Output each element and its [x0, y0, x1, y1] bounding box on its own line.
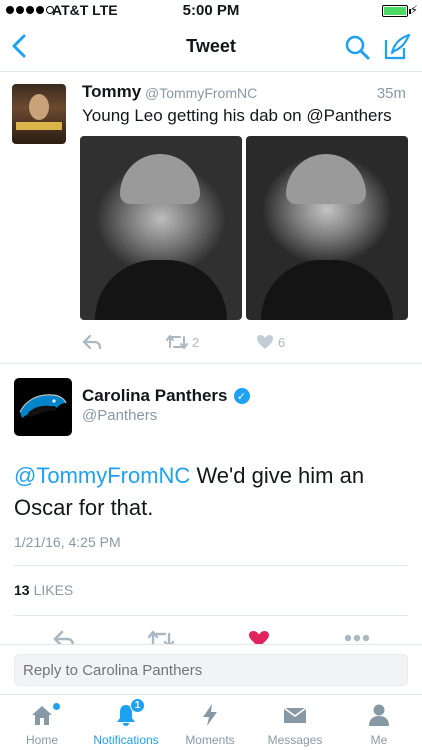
like-count: 6	[278, 334, 286, 350]
reply-icon[interactable]	[52, 630, 76, 644]
tab-label: Me	[370, 733, 388, 747]
reply-button[interactable]	[82, 334, 102, 350]
like-button[interactable]: 6	[256, 334, 285, 350]
tab-notifications[interactable]: 1 Notifications	[84, 695, 168, 750]
battery-icon	[382, 5, 411, 17]
tab-moments[interactable]: Moments	[168, 695, 252, 750]
tab-label: Notifications	[93, 733, 159, 747]
retweet-button[interactable]: 2	[166, 334, 199, 350]
tweet-actions	[0, 630, 422, 644]
tweet-date: 1/21/16, 4:25 PM	[14, 534, 121, 550]
author-name-text: Carolina Panthers	[82, 386, 228, 405]
author-handle[interactable]: @TommyFromNC	[145, 85, 257, 101]
tab-bar: Home 1 Notifications Moments Messages Me	[0, 694, 422, 750]
main-tweet: Carolina Panthers ✓ @Panthers @TommyFrom…	[0, 364, 422, 644]
mention-link[interactable]: @TommyFromNC	[14, 463, 190, 488]
likes-summary[interactable]: 13 LIKES	[14, 582, 73, 598]
search-icon[interactable]	[344, 34, 370, 60]
navigation-bar: Tweet	[0, 22, 422, 72]
tweet-timestamp: 35m	[376, 85, 406, 102]
compose-icon[interactable]	[382, 32, 412, 62]
tab-me[interactable]: Me	[337, 695, 421, 750]
tweet-text: @TommyFromNC We'd give him an Oscar for …	[14, 460, 404, 524]
heart-icon[interactable]	[248, 630, 270, 644]
retweet-count: 2	[192, 334, 200, 350]
reply-bar	[0, 644, 422, 694]
divider	[14, 615, 408, 616]
author-handle[interactable]: @Panthers	[82, 407, 157, 424]
avatar[interactable]	[12, 84, 66, 144]
author-name[interactable]: Tommy	[82, 82, 141, 102]
unread-dot	[53, 703, 60, 710]
heart-icon	[257, 335, 273, 349]
parent-tweet[interactable]: Tommy @TommyFromNC 35m Young Leo getting…	[0, 72, 422, 364]
more-options-icon[interactable]	[344, 634, 370, 642]
avatar[interactable]	[14, 378, 72, 436]
tweet-text: Young Leo getting his dab on @Panthers	[82, 106, 392, 125]
charging-icon: ⚡	[409, 3, 418, 17]
envelope-icon	[283, 707, 307, 723]
tab-label: Messages	[267, 733, 323, 747]
tweet-actions: 2 6	[82, 334, 382, 354]
person-icon	[369, 704, 389, 726]
author-name[interactable]: Carolina Panthers ✓	[82, 386, 250, 406]
likes-count: 13	[14, 582, 30, 598]
notification-badge: 1	[130, 698, 145, 713]
status-time: 5:00 PM	[182, 2, 240, 19]
tweet-photo[interactable]	[80, 136, 242, 320]
home-icon	[32, 706, 52, 725]
panthers-logo-icon	[19, 394, 67, 418]
reply-icon	[82, 334, 102, 350]
lightning-icon	[203, 704, 217, 726]
tab-home[interactable]: Home	[0, 695, 84, 750]
tweet-photo[interactable]	[246, 136, 408, 320]
reply-input[interactable]	[14, 654, 408, 686]
tab-messages[interactable]: Messages	[253, 695, 337, 750]
tab-label: Moments	[185, 733, 235, 747]
verified-badge-icon: ✓	[233, 388, 250, 404]
retweet-icon	[166, 335, 188, 349]
status-bar: AT&T LTE 5:00 PM ⚡	[0, 0, 422, 22]
divider	[14, 565, 408, 566]
retweet-icon[interactable]	[148, 630, 174, 644]
likes-label: LIKES	[33, 582, 74, 598]
tab-label: Home	[25, 733, 58, 747]
